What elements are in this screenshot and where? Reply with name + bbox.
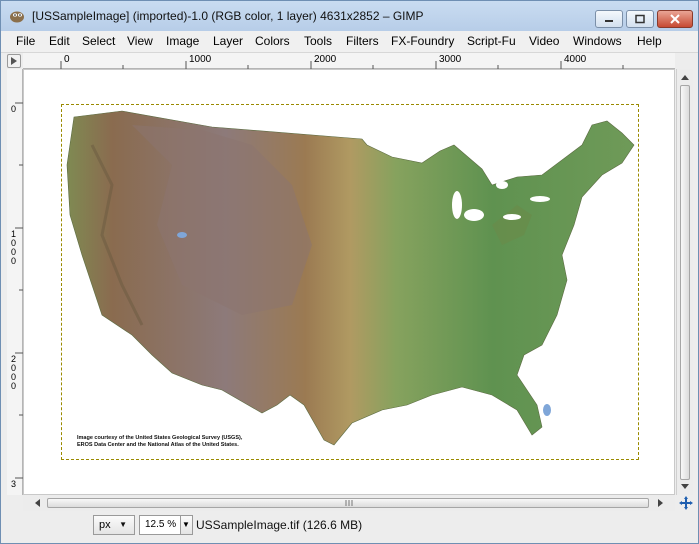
maximize-button[interactable] — [626, 10, 654, 28]
menu-select[interactable]: Select — [82, 34, 115, 48]
menu-script-fu[interactable]: Script-Fu — [467, 34, 516, 48]
image-credit-text: Image courtesy of the United States Geol… — [77, 435, 243, 448]
title-bar[interactable]: [USSampleImage] (imported)-1.0 (RGB colo… — [1, 1, 698, 31]
h-ruler-label-1000: 1000 — [189, 54, 212, 65]
grip-icon — [345, 500, 353, 506]
status-bar: px 12.5 % ▼ USSampleImage.tif (126.6 MB) — [1, 511, 698, 543]
gimp-app-icon — [10, 11, 24, 23]
h-ruler-label-0: 0 — [64, 54, 70, 65]
v-ruler-label-0: 0 — [11, 104, 17, 114]
menu-help[interactable]: Help — [637, 34, 662, 48]
minimize-icon — [605, 20, 613, 22]
navigate-icon[interactable] — [678, 495, 694, 511]
vertical-scroll-thumb[interactable] — [680, 85, 690, 480]
minimize-button[interactable] — [595, 10, 623, 28]
quick-mask-toggle[interactable] — [7, 54, 21, 68]
scroll-left-icon[interactable] — [31, 495, 43, 511]
horizontal-ruler[interactable]: 0 1000 2000 3000 4000 — [23, 53, 675, 69]
menu-video[interactable]: Video — [529, 34, 559, 48]
v-ruler-label-2000: 2000 — [11, 354, 17, 391]
gimp-window: [USSampleImage] (imported)-1.0 (RGB colo… — [0, 0, 699, 544]
h-ruler-label-2000: 2000 — [314, 54, 337, 65]
chevron-down-icon: ▼ — [182, 520, 190, 529]
scroll-up-icon[interactable] — [677, 71, 693, 83]
menu-filters[interactable]: Filters — [346, 34, 379, 48]
file-info-label: USSampleImage.tif (126.6 MB) — [196, 518, 363, 532]
window-title: [USSampleImage] (imported)-1.0 (RGB colo… — [32, 9, 424, 23]
image-window-client: 0 1000 2000 3000 4000 0 1000 2000 3 Imag… — [1, 53, 698, 543]
menu-bar: File Edit Select View Image Layer Colors… — [1, 31, 698, 53]
menu-edit[interactable]: Edit — [49, 34, 70, 48]
maximize-icon — [635, 14, 645, 24]
menu-view[interactable]: View — [127, 34, 153, 48]
scroll-down-icon[interactable] — [677, 481, 693, 493]
menu-colors[interactable]: Colors — [255, 34, 290, 48]
menu-file[interactable]: File — [16, 34, 35, 48]
horizontal-scrollbar[interactable] — [23, 495, 675, 511]
us-terrain-map — [66, 110, 635, 446]
menu-layer[interactable]: Layer — [213, 34, 243, 48]
h-ruler-label-3000: 3000 — [439, 54, 462, 65]
h-ruler-label-4000: 4000 — [564, 54, 587, 65]
menu-windows[interactable]: Windows — [573, 34, 622, 48]
horizontal-scroll-thumb[interactable] — [47, 498, 649, 508]
zoom-input[interactable]: 12.5 % — [139, 515, 181, 535]
close-button[interactable] — [657, 10, 693, 28]
image-layer-boundary[interactable]: Image courtesy of the United States Geol… — [61, 104, 639, 460]
menu-fx-foundry[interactable]: FX-Foundry — [391, 34, 454, 48]
scroll-right-icon[interactable] — [655, 495, 667, 511]
ruler-ticks-v — [15, 102, 23, 479]
close-icon — [670, 14, 680, 24]
v-ruler-label-1000: 1000 — [11, 229, 17, 266]
menu-tools[interactable]: Tools — [304, 34, 332, 48]
v-ruler-label-3: 3 — [11, 479, 17, 489]
vertical-ruler[interactable]: 0 1000 2000 3 — [7, 69, 23, 495]
vertical-scrollbar[interactable] — [676, 69, 693, 495]
image-canvas[interactable]: Image courtesy of the United States Geol… — [23, 69, 675, 495]
menu-image[interactable]: Image — [166, 34, 199, 48]
unit-select[interactable]: px — [93, 515, 135, 535]
zoom-dropdown-button[interactable]: ▼ — [181, 515, 193, 535]
